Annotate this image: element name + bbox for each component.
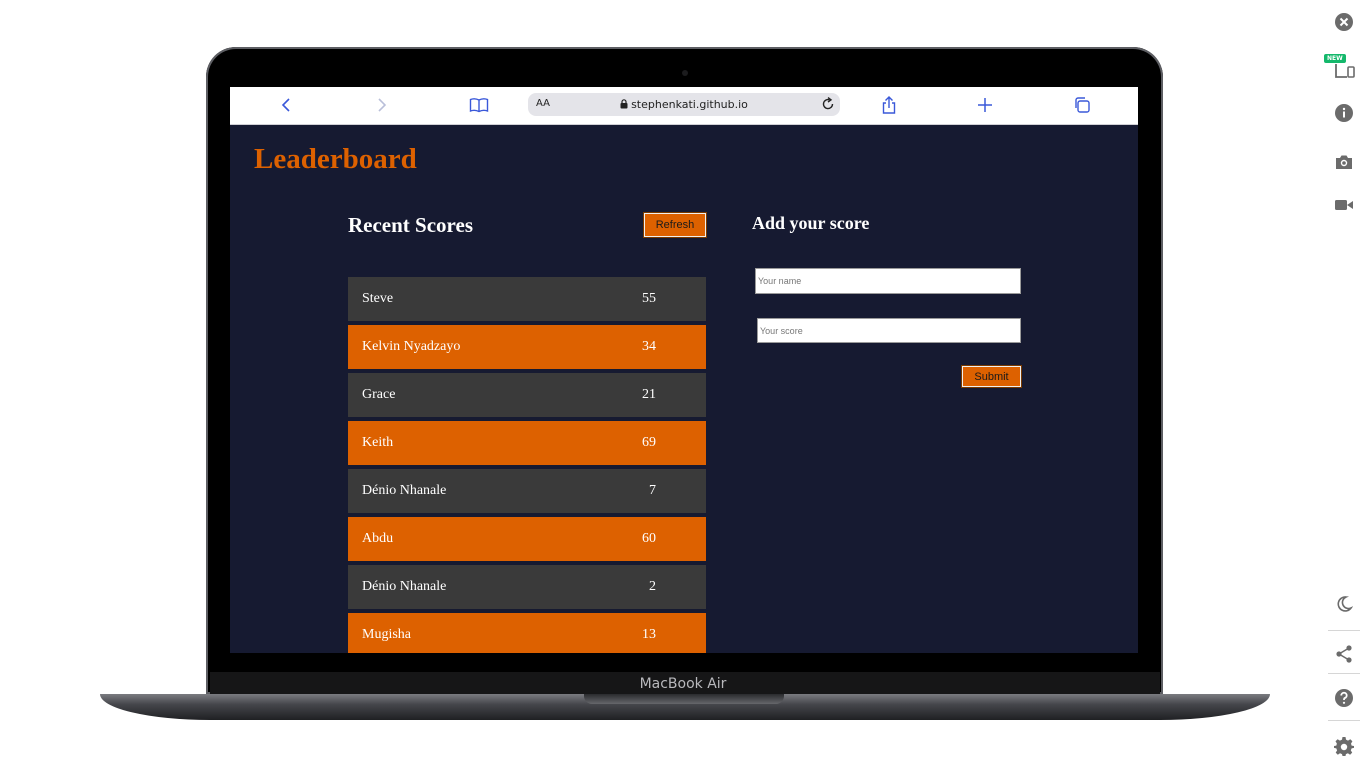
score-list: Steve 55 Kelvin Nyadzayo 34 Grace 21 Kei… <box>348 277 706 653</box>
address-bar[interactable]: AA stephenkati.github.io <box>528 93 840 116</box>
player-score: 13 <box>642 627 656 642</box>
score-row: Abdu 60 <box>348 517 706 561</box>
score-input[interactable] <box>757 318 1021 343</box>
sidebar-divider <box>1328 720 1360 721</box>
video-icon[interactable] <box>1333 194 1355 216</box>
url-text: stephenkati.github.io <box>631 98 748 111</box>
score-row: Mugisha 13 <box>348 613 706 653</box>
refresh-button[interactable]: Refresh <box>644 213 706 237</box>
player-score: 7 <box>649 483 656 498</box>
name-input[interactable] <box>755 268 1021 294</box>
score-row: Dénio Nhanale 7 <box>348 469 706 513</box>
browser-screen: AA stephenkati.github.io Leaderboard Rec… <box>230 87 1138 653</box>
player-score: 2 <box>649 579 656 594</box>
score-row: Steve 55 <box>348 277 706 321</box>
submit-button[interactable]: Submit <box>962 366 1021 387</box>
url-display: stephenkati.github.io <box>528 98 840 111</box>
player-score: 69 <box>642 435 656 450</box>
score-row: Grace 21 <box>348 373 706 417</box>
share-icon[interactable] <box>876 92 902 118</box>
responsive-devices-icon[interactable] <box>1333 59 1355 81</box>
forward-icon[interactable] <box>369 92 395 118</box>
player-name: Keith <box>362 435 394 450</box>
tabs-icon[interactable] <box>1069 92 1095 118</box>
browser-toolbar: AA stephenkati.github.io <box>230 87 1138 125</box>
settings-icon[interactable] <box>1333 735 1355 757</box>
recent-scores-heading: Recent Scores <box>348 213 473 237</box>
reload-icon[interactable] <box>820 96 836 112</box>
player-name: Dénio Nhanale <box>362 579 447 594</box>
player-name: Dénio Nhanale <box>362 483 447 498</box>
player-score: 21 <box>642 387 656 402</box>
player-score: 34 <box>642 339 656 354</box>
sidebar-divider <box>1328 673 1360 674</box>
back-icon[interactable] <box>273 92 299 118</box>
share-icon[interactable] <box>1333 643 1355 665</box>
player-score: 55 <box>642 291 656 306</box>
player-name: Grace <box>362 387 396 402</box>
add-score-heading: Add your score <box>752 213 870 233</box>
page-title: Leaderboard <box>254 143 417 175</box>
info-icon[interactable] <box>1333 102 1355 124</box>
dark-mode-icon[interactable] <box>1333 593 1355 615</box>
sidebar-divider <box>1328 630 1360 631</box>
webcam <box>682 70 688 76</box>
player-name: Mugisha <box>362 627 411 642</box>
help-icon[interactable] <box>1333 687 1355 709</box>
player-name: Kelvin Nyadzayo <box>362 339 461 354</box>
new-tab-icon[interactable] <box>972 92 998 118</box>
lock-icon <box>620 99 628 109</box>
player-score: 60 <box>642 531 656 546</box>
score-row: Keith 69 <box>348 421 706 465</box>
bookmarks-icon[interactable] <box>466 92 492 118</box>
close-icon[interactable] <box>1333 11 1355 33</box>
laptop-notch <box>584 694 784 704</box>
device-label: MacBook Air <box>639 676 727 692</box>
score-row: Dénio Nhanale 2 <box>348 565 706 609</box>
score-row: Kelvin Nyadzayo 34 <box>348 325 706 369</box>
camera-icon[interactable] <box>1333 151 1355 173</box>
player-name: Steve <box>362 291 394 306</box>
player-name: Abdu <box>362 531 394 546</box>
